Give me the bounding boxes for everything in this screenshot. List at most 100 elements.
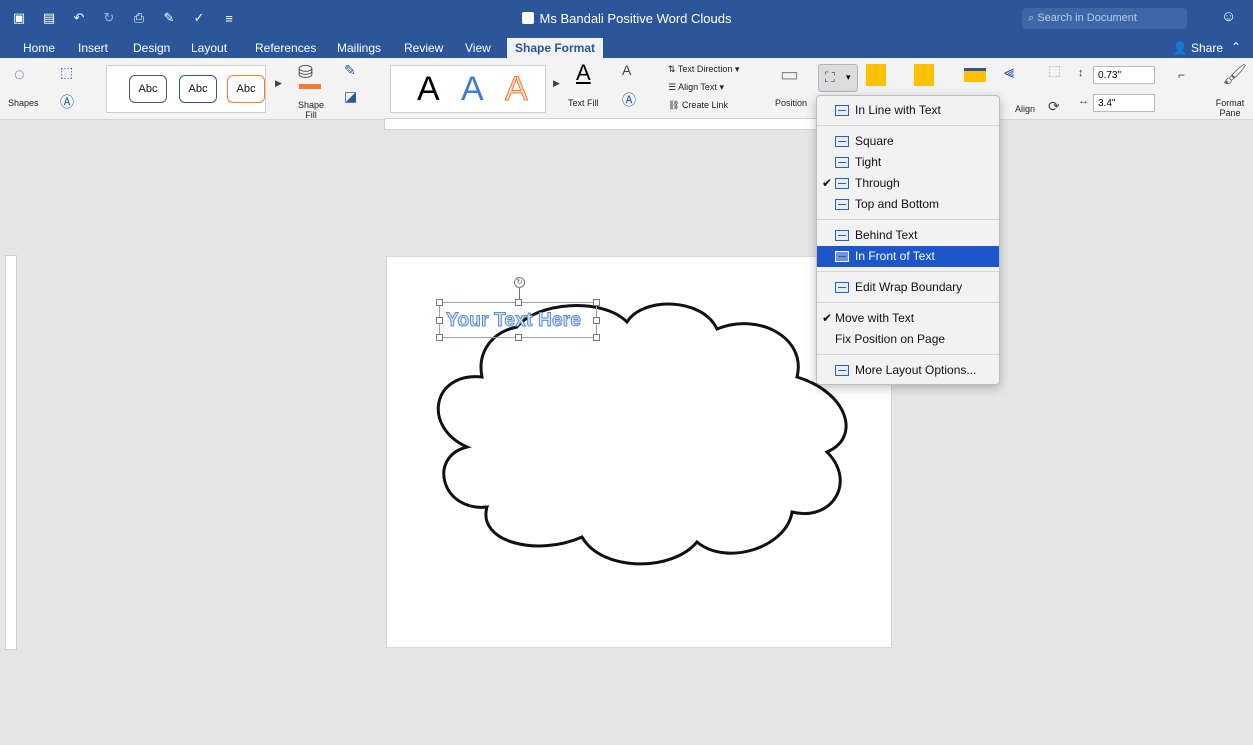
- text-direction-button[interactable]: ⇅ Text Direction ▾: [668, 64, 739, 74]
- menu-divider: [817, 271, 999, 272]
- bring-forward-icon[interactable]: [866, 64, 886, 86]
- menu-item-fix-position-on-page[interactable]: Fix Position on Page: [817, 329, 999, 350]
- text-fill-icon[interactable]: A: [576, 60, 591, 86]
- height-icon: ↕: [1078, 67, 1084, 79]
- wordart-text[interactable]: Your Text Here: [445, 310, 581, 332]
- align-icon[interactable]: ⫷: [1004, 62, 1014, 83]
- tab-home[interactable]: Home: [23, 41, 55, 55]
- share-user-icon: 👤: [1172, 41, 1188, 55]
- tab-insert[interactable]: Insert: [78, 41, 108, 55]
- shape-effects-icon[interactable]: ◪: [344, 88, 357, 105]
- inline-wrap-icon: [835, 105, 849, 116]
- collapse-ribbon-icon[interactable]: ⌃: [1231, 40, 1241, 54]
- wordart-textbox[interactable]: Your Text Here: [436, 299, 600, 341]
- shapes-icon[interactable]: ◌: [14, 64, 25, 85]
- horizontal-ruler[interactable]: [384, 118, 824, 130]
- menu-item-in-front-of-text[interactable]: In Front of Text: [817, 246, 999, 267]
- tab-layout[interactable]: Layout: [191, 41, 227, 55]
- wrap-text-button[interactable]: ⛶ ▾: [818, 64, 858, 92]
- wrap-text-menu: In Line with Text Square Tight ✔ Through …: [816, 95, 1000, 385]
- shape-outline-icon[interactable]: ✎: [344, 62, 356, 79]
- menu-item-tight[interactable]: Tight: [817, 152, 999, 173]
- resize-handle[interactable]: [436, 334, 443, 341]
- search-placeholder: Search in Document: [1037, 12, 1137, 24]
- share-label: Share: [1190, 41, 1223, 55]
- send-backward-icon[interactable]: [914, 64, 934, 86]
- edit-wrap-boundary-icon: [835, 282, 849, 293]
- menu-item-move-with-text[interactable]: ✔ Move with Text: [817, 308, 999, 329]
- resize-handle[interactable]: [593, 334, 600, 341]
- menu-item-top-and-bottom[interactable]: Top and Bottom: [817, 194, 999, 215]
- textbox-icon[interactable]: Ⓐ: [60, 92, 74, 112]
- wordart-style-black[interactable]: A: [417, 70, 440, 109]
- width-input[interactable]: 3.4": [1093, 94, 1155, 112]
- position-label: Position: [775, 98, 808, 108]
- vertical-ruler[interactable]: [5, 255, 17, 650]
- ribbon: ◌ Shapes ⬚ Ⓐ Abc Abc Abc ▶ ⛁ Shape Fill …: [0, 58, 1253, 120]
- resize-handle[interactable]: [436, 317, 443, 324]
- lock-aspect-icon[interactable]: ⌐: [1178, 68, 1185, 82]
- shape-fill-icon[interactable]: ⛁: [298, 62, 313, 83]
- layout-options-icon: [835, 365, 849, 376]
- create-link-button[interactable]: ⛓ Create Link: [668, 100, 728, 110]
- text-direction-icon: ⇅: [668, 64, 678, 74]
- gallery-expand-icon[interactable]: ▶: [275, 78, 282, 89]
- top-bottom-wrap-icon: [835, 199, 849, 210]
- menu-item-through[interactable]: ✔ Through: [817, 173, 999, 194]
- menu-item-edit-wrap-boundary[interactable]: Edit Wrap Boundary: [817, 277, 999, 298]
- tab-review[interactable]: Review: [404, 41, 443, 55]
- wordart-style-blue[interactable]: A: [461, 70, 484, 109]
- menu-item-in-line-with-text[interactable]: In Line with Text: [817, 100, 999, 121]
- tab-design[interactable]: Design: [133, 41, 170, 55]
- text-effects-icon[interactable]: Ⓐ: [622, 90, 636, 110]
- ribbon-tabs: Home Insert Design Layout References Mai…: [0, 38, 1253, 58]
- tab-view[interactable]: View: [465, 41, 491, 55]
- menu-item-square[interactable]: Square: [817, 131, 999, 152]
- menu-item-more-layout-options[interactable]: More Layout Options...: [817, 360, 999, 381]
- format-pane-icon[interactable]: 🖌: [1222, 62, 1247, 87]
- wordart-style-orange[interactable]: A: [505, 70, 529, 109]
- text-outline-icon[interactable]: A: [622, 62, 631, 78]
- feedback-smiley-icon[interactable]: ☺: [1221, 8, 1236, 25]
- shape-fill-color-bar: [299, 84, 321, 89]
- in-front-text-icon: [835, 251, 849, 262]
- resize-handle[interactable]: [515, 334, 522, 341]
- share-button[interactable]: 👤 Share: [1173, 41, 1223, 55]
- selection-pane-icon[interactable]: [964, 68, 986, 82]
- resize-handle[interactable]: [593, 299, 600, 306]
- shapes-label: Shapes: [8, 98, 39, 108]
- shape-style-1[interactable]: Abc: [129, 75, 167, 103]
- height-input[interactable]: 0.73": [1093, 66, 1155, 84]
- tab-shape-format[interactable]: Shape Format: [507, 38, 604, 58]
- shape-style-3[interactable]: Abc: [227, 75, 265, 103]
- position-icon[interactable]: ▭: [780, 62, 799, 87]
- align-text-button[interactable]: ☰ Align Text ▾: [668, 82, 724, 92]
- wrap-text-icon: ⛶: [825, 69, 835, 85]
- through-wrap-icon: [835, 178, 849, 189]
- resize-handle[interactable]: [515, 299, 522, 306]
- format-pane-label: Format Pane: [1215, 98, 1245, 118]
- rotate-handle-icon[interactable]: ↻: [514, 277, 525, 288]
- tab-mailings[interactable]: Mailings: [337, 41, 381, 55]
- rotate-icon[interactable]: ⟳: [1048, 98, 1060, 115]
- align-label: Align: [1015, 104, 1036, 114]
- wordart-gallery: A A A: [390, 65, 546, 113]
- resize-handle[interactable]: [593, 317, 600, 324]
- tight-wrap-icon: [835, 157, 849, 168]
- shape-fill-label: Shape Fill: [297, 100, 325, 120]
- wordart-expand-icon[interactable]: ▶: [553, 78, 560, 89]
- edit-shape-icon[interactable]: ⬚: [60, 64, 73, 81]
- search-input[interactable]: ⌕ Search in Document: [1022, 8, 1187, 29]
- title-bar: ▣ ▤ ↶ ↻ ⎙ ✎ ✓ ≡ Ms Bandali Positive Word…: [0, 0, 1253, 38]
- checkmark-icon: ✔: [822, 176, 833, 190]
- group-icon[interactable]: ⬚: [1048, 62, 1061, 79]
- width-icon: ↔: [1078, 95, 1089, 107]
- document-title-text: Ms Bandali Positive Word Clouds: [539, 11, 732, 26]
- shape-style-2[interactable]: Abc: [179, 75, 217, 103]
- square-wrap-icon: [835, 136, 849, 147]
- tab-references[interactable]: References: [255, 41, 316, 55]
- menu-divider: [817, 125, 999, 126]
- menu-item-behind-text[interactable]: Behind Text: [817, 225, 999, 246]
- word-doc-icon: [521, 12, 534, 24]
- resize-handle[interactable]: [436, 299, 443, 306]
